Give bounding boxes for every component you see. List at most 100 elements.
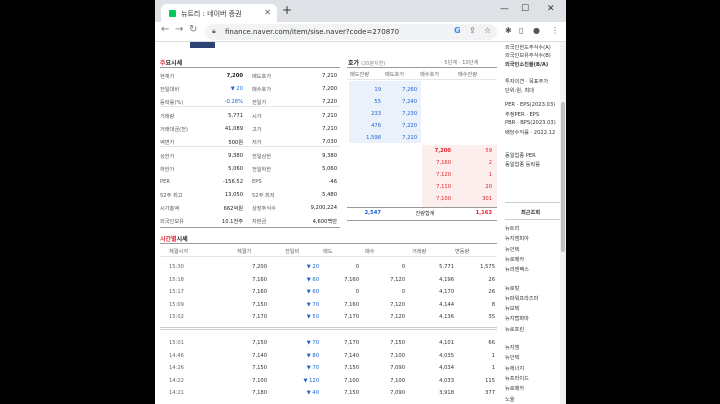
tick-cell: 7,170 (252, 314, 267, 321)
close-window-icon[interactable]: ✕ (547, 4, 555, 14)
menu-icon[interactable]: ⋮ (551, 26, 559, 35)
recent-item[interactable]: 뉴로핏 (505, 285, 519, 292)
quote-label: 전일하한 (252, 167, 272, 173)
scrollbar[interactable] (560, 42, 566, 404)
bid-qty: 301 (482, 196, 492, 202)
bookmark-star-icon[interactable]: ☆ (484, 26, 491, 35)
quote-value: 7,220 (322, 99, 337, 105)
recent-item[interactable]: 뉴로프린 (505, 326, 524, 333)
quote-value: 13,050 (224, 192, 243, 198)
share-icon[interactable]: ⇪ (469, 26, 476, 35)
total-bid: 1,163 (475, 210, 492, 216)
sidebar-info-item: PER · EPS(2023.03) (505, 102, 556, 108)
sidebar-info-item: 외국인소진율(B/A) (505, 62, 549, 68)
google-icon[interactable]: G (454, 26, 461, 35)
tick-cell: 4,136 (439, 314, 454, 321)
quote-section-title: 주요시세 (160, 60, 183, 67)
quote-label: 하한가 (160, 167, 175, 173)
quote-value: 7,200 (322, 86, 337, 92)
tick-cell: 15:30 (169, 264, 184, 270)
recent-item[interactable]: 뉴지엠 (505, 344, 519, 351)
quote-value: 7,210 (322, 73, 337, 79)
tick-cell: 4,034 (439, 365, 454, 372)
recent-item[interactable]: 뉴인텍 (505, 354, 519, 361)
divider (160, 106, 340, 107)
quote-value: 10.1천주 (221, 219, 243, 225)
tick-cell: 1 (491, 352, 495, 359)
tick-cell: 7,100 (390, 377, 405, 384)
url-text: finance.naver.com/item/sise.naver?code=2… (225, 28, 400, 36)
profile-icon[interactable]: ● (533, 26, 540, 35)
quote-value: 9,380 (322, 153, 337, 159)
ask-qty: 476 (371, 123, 381, 129)
quote-value: 7,030 (322, 139, 337, 145)
quote-value: ▼ 20 (230, 86, 243, 92)
tick-cell: ▼ 50 (306, 314, 319, 321)
tick-cell: 5,771 (439, 264, 454, 270)
quote-label: 현재가 (160, 74, 175, 80)
tick-cell: 7,160 (344, 276, 359, 283)
bid-price: 7,200 (434, 148, 451, 154)
forward-icon[interactable]: → (175, 24, 183, 35)
tick-cell: ▼ 60 (306, 289, 319, 296)
browser-toolbar: ← → ↻ 🔒︎ finance.naver.com/item/sise.nav… (155, 22, 566, 42)
tick-cell: 7,150 (252, 365, 267, 372)
naver-favicon-icon (169, 10, 176, 17)
quote-value: -0.28% (224, 99, 243, 105)
tick-cell: 4,170 (439, 289, 454, 296)
tick-cell: 7,140 (344, 352, 359, 359)
quote-label: EPS (252, 179, 262, 185)
sidebar-info-item: PBR · BPS(2023.03) (505, 120, 556, 126)
quote-value: 4,600백만 (312, 219, 337, 225)
orderbook-step-links[interactable]: · 5단계 · 10단계 (441, 59, 478, 66)
extensions-icon[interactable]: ✱ (505, 26, 512, 35)
sidebar-info-item: 외국인한도주식수(A) (505, 45, 551, 51)
browser-tab[interactable]: 뉴트리 : 네이버 증권 ✕ (161, 4, 277, 22)
tick-cell: 7,150 (252, 340, 267, 346)
ask-qty: 55 (374, 99, 381, 105)
tick-cell: 7,120 (390, 314, 405, 321)
recent-item[interactable]: 뉴지엠피아 (505, 235, 529, 242)
recent-item[interactable]: 뉴프라이드 (505, 375, 529, 382)
orderbook-header: 매도호가 (385, 72, 405, 78)
recent-item[interactable]: 뉴리젠팩스 (505, 266, 529, 273)
minimize-icon[interactable]: — (500, 4, 509, 14)
quote-value: 5,771 (228, 113, 243, 119)
quote-label: 상한가 (160, 154, 175, 160)
tick-cell: 1,575 (480, 264, 495, 270)
recent-item[interactable]: 뉴에너지 (505, 365, 524, 372)
quote-label: 고가 (252, 127, 262, 133)
divider (160, 329, 497, 330)
recent-item[interactable]: 뉴보텍 (505, 305, 519, 312)
tick-cell: 7,170 (344, 314, 359, 321)
bid-qty: 1 (488, 172, 492, 178)
tick-cell: 66 (488, 340, 495, 346)
close-tab-icon[interactable]: ✕ (264, 8, 271, 17)
tick-cell: ▼ 60 (306, 276, 319, 283)
recent-item[interactable]: 뉴파워프라즈마 (505, 295, 538, 302)
sidebar-info-item: 동일업종 PER (505, 153, 536, 159)
quote-label: 시가 (252, 114, 262, 120)
quote-value: 7,200 (226, 73, 243, 79)
recent-item[interactable]: 뉴트리 (505, 225, 519, 232)
recent-item[interactable]: 뉴로메카 (505, 385, 524, 392)
reload-icon[interactable]: ↻ (189, 24, 197, 35)
tick-cell: ▼ 20 (306, 264, 319, 270)
ticks-header: 변동량 (455, 249, 470, 255)
scrollbar-thumb[interactable] (561, 102, 565, 252)
recent-item[interactable]: 노을 (505, 396, 515, 403)
ask-qty: 233 (371, 111, 381, 117)
quote-label: 등락률(%) (160, 100, 184, 106)
recent-item[interactable]: 뉴로메카 (505, 256, 524, 263)
back-icon[interactable]: ← (161, 24, 169, 35)
new-tab-icon[interactable]: + (282, 3, 292, 17)
bid-qty: 59 (485, 148, 492, 154)
tick-cell: 14:22 (169, 377, 184, 384)
divider (347, 79, 497, 80)
bid-price: 7,100 (436, 196, 451, 202)
sidepanel-icon[interactable]: ▯ (519, 26, 523, 35)
recent-item[interactable]: 뉴지랩파마 (505, 315, 529, 322)
top-nav-strip (190, 42, 215, 48)
maximize-icon[interactable]: ☐ (521, 4, 529, 14)
recent-item[interactable]: 뉴인텍 (505, 246, 519, 253)
